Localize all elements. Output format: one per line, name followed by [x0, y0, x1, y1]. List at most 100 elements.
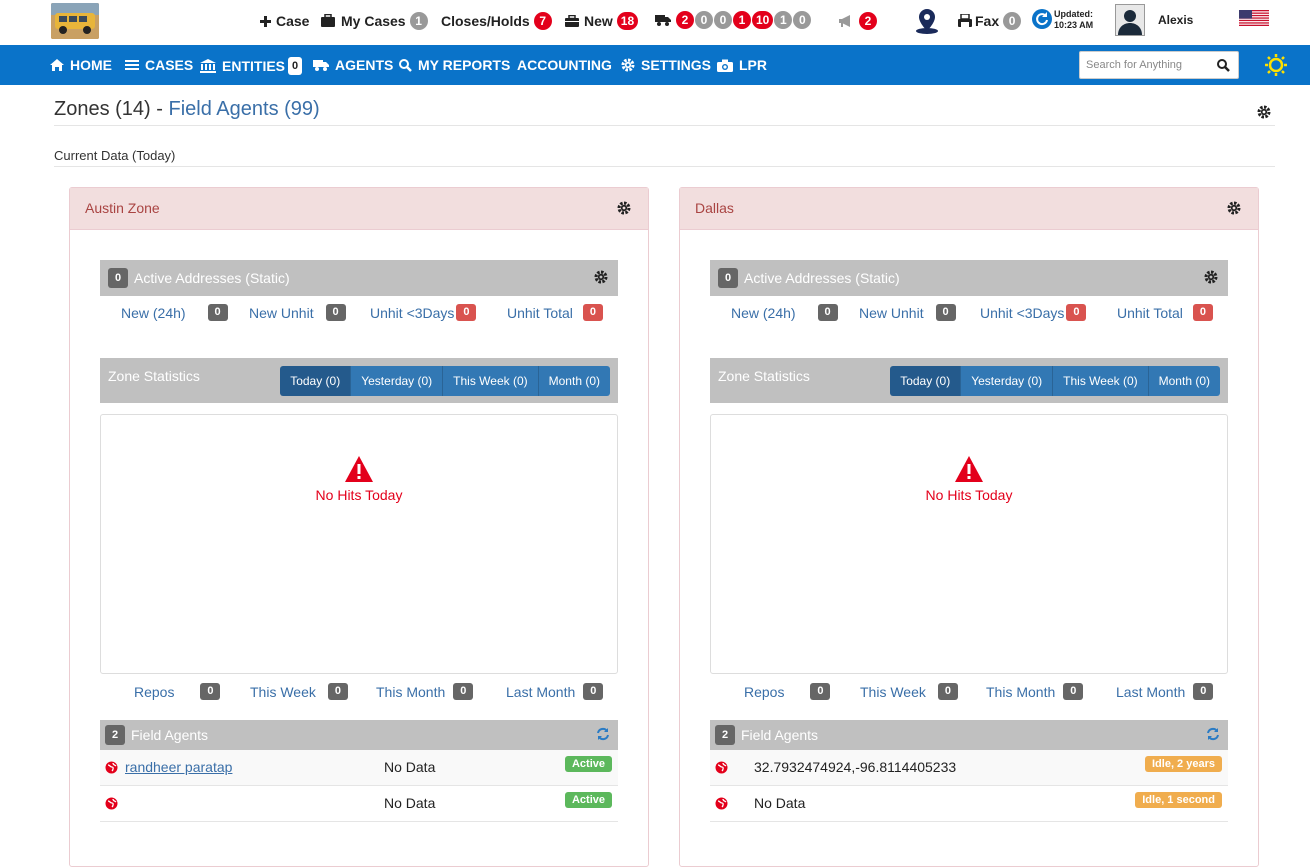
my-cases-label: My Cases [341, 13, 406, 29]
refresh-icon[interactable] [596, 727, 610, 741]
truck-count-7[interactable]: 0 [793, 11, 812, 29]
stat-this-week[interactable]: This Week 0 [250, 683, 348, 700]
truck-count-3[interactable]: 0 [714, 11, 732, 29]
stat-unhit-3days[interactable]: Unhit <3Days 0 [370, 304, 477, 321]
stat-label: New Unhit [249, 304, 314, 321]
agent-location: 32.7932474924,-96.8114405233 [754, 759, 957, 775]
stat-count: 0 [583, 683, 604, 700]
stat-label: New (24h) [121, 304, 186, 321]
truck-count-6[interactable]: 1 [774, 11, 793, 29]
page-title: Zones (14) - Field Agents (99) [54, 98, 320, 121]
nav-agents[interactable]: AGENTS [313, 57, 393, 73]
new-case-button[interactable]: Case [260, 10, 309, 32]
agent-name-link[interactable]: randheer paratap [125, 759, 232, 775]
warning-icon [711, 455, 1227, 483]
megaphone-icon [837, 14, 855, 28]
zones-title: Zones (14) - [54, 98, 163, 120]
active-addresses-gear-icon[interactable] [594, 270, 608, 284]
stat-label: This Month [376, 683, 446, 700]
stat-new-unhit[interactable]: New Unhit 0 [249, 304, 346, 321]
sun-icon[interactable] [1265, 54, 1287, 76]
nav-settings[interactable]: SETTINGS [621, 57, 711, 73]
agent-location: No Data [384, 795, 436, 811]
announcements-button[interactable]: 2 [837, 10, 877, 32]
tab-this-week[interactable]: This Week (0) [443, 366, 539, 396]
stat-new-24h[interactable]: New (24h) 0 [121, 304, 228, 321]
stat-new-unhit[interactable]: New Unhit 0 [859, 304, 956, 321]
stat-label: Unhit Total [1117, 304, 1183, 321]
global-search[interactable] [1079, 51, 1239, 79]
no-hits-message: No Hits Today [711, 455, 1227, 503]
stat-label: Repos [744, 683, 785, 700]
fax-button[interactable]: Fax 0 [958, 10, 1022, 32]
stat-unhit-total[interactable]: Unhit Total 0 [507, 304, 603, 321]
tab-month[interactable]: Month (0) [538, 366, 610, 396]
us-flag-icon[interactable] [1239, 10, 1269, 26]
repos-stats-row: Repos 0 This Week 0 This Month 0 Last Month… [100, 675, 618, 705]
nav-entities[interactable]: ENTITIES 0 [200, 57, 303, 75]
truck-count-1[interactable]: 2 [676, 11, 694, 29]
nav-my-reports-label: MY REPORTS [418, 57, 511, 73]
nav-home[interactable]: HOME [50, 57, 112, 73]
nav-cases[interactable]: CASES [125, 57, 193, 73]
stat-last-month[interactable]: Last Month 0 [506, 683, 604, 700]
tab-today[interactable]: Today (0) [280, 366, 352, 396]
stat-this-week[interactable]: This Week 0 [860, 683, 958, 700]
field-agents-header: 2 Field Agents [710, 720, 1228, 750]
stat-this-month[interactable]: This Month 0 [376, 683, 474, 700]
stat-last-month[interactable]: Last Month 0 [1116, 683, 1214, 700]
map-pin-icon[interactable] [914, 7, 940, 35]
user-name[interactable]: Alexis [1158, 13, 1193, 27]
announcements-count: 2 [859, 12, 877, 30]
stat-this-month[interactable]: This Month 0 [986, 683, 1084, 700]
zone-name: Austin Zone [85, 200, 160, 216]
search-icon[interactable] [1217, 59, 1230, 72]
user-avatar[interactable] [1115, 4, 1145, 36]
bank-icon [200, 59, 222, 73]
search-input[interactable] [1086, 59, 1212, 71]
gear-icon [621, 58, 641, 72]
stat-unhit-3days[interactable]: Unhit <3Days 0 [980, 304, 1087, 321]
refresh-icon[interactable] [1206, 727, 1220, 741]
tab-yesterday[interactable]: Yesterday (0) [961, 366, 1054, 396]
page-settings-gear-icon[interactable] [1257, 105, 1271, 119]
nav-lpr[interactable]: LPR [717, 57, 767, 73]
tab-this-week[interactable]: This Week (0) [1053, 366, 1149, 396]
stat-repos[interactable]: Repos 0 [134, 683, 221, 700]
active-addresses-header: 0 Active Addresses (Static) [100, 260, 618, 296]
zone-statistics-header: Zone Statistics Today (0) Yesterday (0) … [100, 358, 618, 403]
zone-statistics-label: Zone Statistics [108, 368, 200, 384]
nav-my-reports[interactable]: MY REPORTS [399, 57, 510, 73]
zone-gear-icon[interactable] [1227, 201, 1241, 215]
truck-count-2[interactable]: 0 [695, 11, 713, 29]
nav-accounting[interactable]: ACCOUNTING [517, 57, 612, 73]
truck-count-4[interactable]: 1 [733, 11, 751, 29]
agent-row[interactable]: randheer paratap No Data Active [100, 750, 618, 786]
agent-row[interactable]: No Data Active [100, 786, 618, 822]
period-tabs: Today (0) Yesterday (0) This Week (0) Mo… [890, 366, 1220, 396]
active-addresses-gear-icon[interactable] [1204, 270, 1218, 284]
tab-month[interactable]: Month (0) [1148, 366, 1220, 396]
truck-status-counts[interactable]: 2 0 0 1 10 1 0 [655, 11, 812, 29]
agent-row[interactable]: 32.7932474924,-96.8114405233 Idle, 2 yea… [710, 750, 1228, 786]
updated-value: 10:23 AM [1054, 20, 1094, 30]
refresh-icon[interactable] [1032, 9, 1052, 29]
zone-gear-icon[interactable] [617, 201, 631, 215]
stat-count: 0 [325, 304, 346, 321]
tab-today[interactable]: Today (0) [890, 366, 962, 396]
stat-repos[interactable]: Repos 0 [744, 683, 831, 700]
my-cases-button[interactable]: My Cases 1 [320, 10, 428, 32]
closes-holds-button[interactable]: Closes/Holds 7 [441, 10, 552, 32]
new-button[interactable]: New 18 [565, 10, 639, 32]
zone-panel-austin: Austin Zone 0 Active Addresses (Static) … [69, 187, 649, 867]
stat-unhit-total[interactable]: Unhit Total 0 [1117, 304, 1213, 321]
company-logo[interactable] [51, 3, 99, 39]
truck-count-5[interactable]: 10 [752, 11, 774, 29]
field-agents-link[interactable]: Field Agents (99) [169, 98, 320, 120]
agent-row[interactable]: No Data Idle, 1 second [710, 786, 1228, 822]
stat-new-24h[interactable]: New (24h) 0 [731, 304, 838, 321]
tab-yesterday[interactable]: Yesterday (0) [351, 366, 444, 396]
current-data-label: Current Data (Today) [54, 148, 176, 163]
stat-count: 0 [207, 304, 228, 321]
closes-holds-label: Closes/Holds [441, 13, 530, 29]
